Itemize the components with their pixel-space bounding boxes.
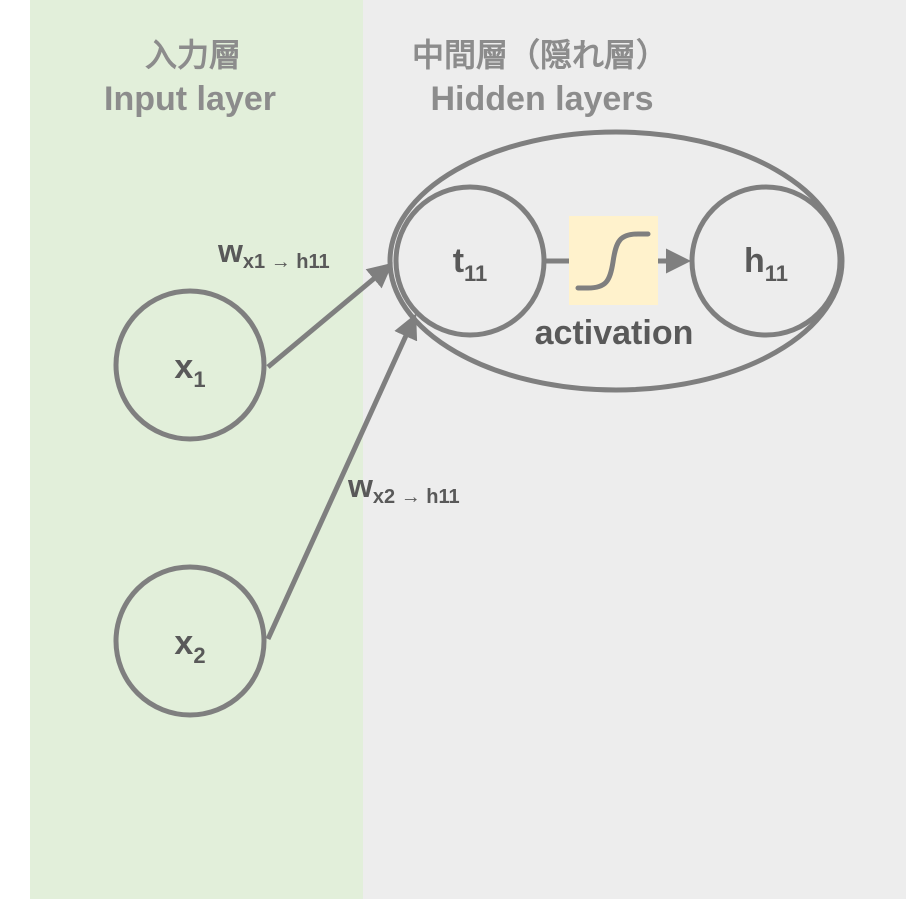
activation-label: activation [535, 314, 694, 352]
edge-w2-sub: x2 → h11 [373, 486, 460, 508]
input-layer-background [30, 0, 363, 899]
node-x1-base: x [174, 348, 193, 386]
neural-network-diagram: 入力層 Input layer 中間層（隠れ層） Hidden layers a… [30, 0, 906, 899]
hidden-layers-title-ja: 中間層（隠れ層） [412, 37, 668, 73]
node-x2-sub: 2 [193, 643, 205, 668]
diagram-canvas: 入力層 Input layer 中間層（隠れ層） Hidden layers a… [0, 0, 906, 899]
edge-w1-sub: x1 → h11 [243, 251, 330, 273]
input-layer-title-ja: 入力層 [145, 37, 241, 73]
node-x1-sub: 1 [193, 367, 205, 392]
node-t11-base: t [453, 242, 464, 280]
node-x2-base: x [174, 624, 193, 662]
hidden-layers-title-en: Hidden layers [431, 80, 654, 118]
edge-w2-base: w [347, 468, 373, 504]
node-h11-base: h [744, 242, 765, 280]
node-t11-sub: 11 [464, 261, 487, 286]
input-layer-title-en: Input layer [104, 80, 276, 118]
edge-w1-base: w [217, 233, 243, 269]
node-h11-sub: 11 [765, 261, 788, 286]
